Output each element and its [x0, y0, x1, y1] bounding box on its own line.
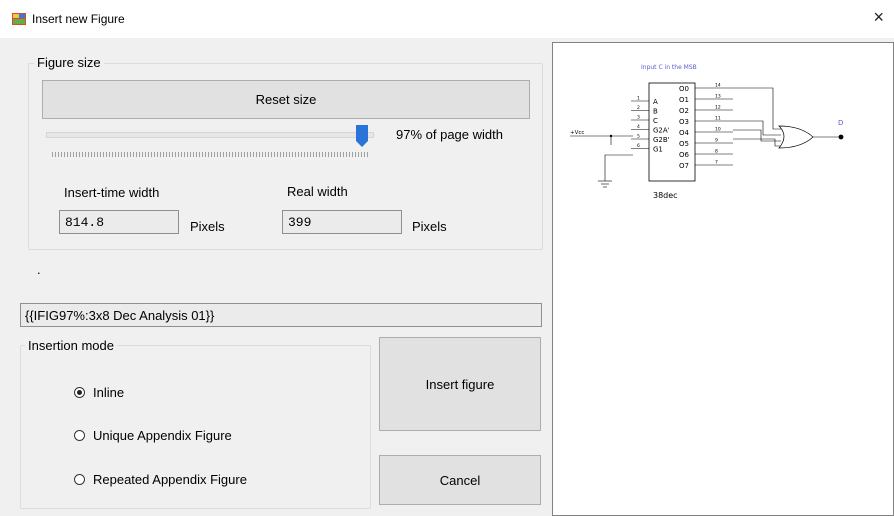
width-slider-track[interactable] — [46, 132, 374, 138]
output-pin-number: 14 — [715, 83, 721, 89]
output-label: O7 — [679, 162, 689, 170]
input-pin-number: 6 — [637, 143, 640, 149]
wire-o4 — [733, 129, 781, 142]
output-pin-number: 10 — [715, 127, 721, 133]
slider-percent-label: 97% of page width — [396, 127, 503, 142]
radio-unique-appendix-label: Unique Appendix Figure — [93, 428, 232, 443]
output-pin-number: 7 — [715, 160, 718, 166]
vcc-label: +Vcc — [570, 130, 584, 136]
cancel-button[interactable]: Cancel — [379, 455, 541, 505]
input-pin-number: 2 — [637, 105, 640, 111]
output-pin-number: 12 — [715, 105, 721, 111]
reset-size-button[interactable]: Reset size — [42, 80, 530, 119]
window-title: Insert new Figure — [32, 12, 125, 26]
close-icon[interactable]: × — [873, 7, 884, 27]
output-node — [838, 134, 844, 140]
input-label: G2A' — [653, 127, 670, 135]
circuit-diagram: Input C in the MSB 38dec 1 A 2 B 3 C 4 G2A' 5 G2B… — [570, 64, 844, 200]
output-pin-number: 8 — [715, 149, 718, 155]
output-pin-number: 13 — [715, 94, 721, 100]
figure-size-legend: Figure size — [34, 55, 104, 70]
output-pin-number: 11 — [715, 116, 721, 122]
output-label: O3 — [679, 118, 689, 126]
output-label: D — [838, 119, 843, 127]
real-width-unit: Pixels — [412, 219, 447, 234]
input-pin-number: 1 — [637, 96, 640, 102]
input-label: C — [653, 117, 658, 125]
output-label: O5 — [679, 140, 689, 148]
window-app-icon — [12, 13, 26, 25]
wire-o5 — [733, 138, 781, 147]
input-label: G2B' — [653, 136, 670, 144]
output-pin-number: 9 — [715, 138, 718, 144]
figure-code-field[interactable]: {{IFIG97%:3x8 Dec Analysis 01}} — [20, 303, 542, 327]
vcc-node — [609, 134, 613, 138]
status-dot-label: . — [37, 262, 41, 277]
insert-time-width-field[interactable]: 814.8 — [59, 210, 179, 234]
output-label: O1 — [679, 96, 689, 104]
insert-time-width-label: Insert-time width — [64, 185, 160, 200]
radio-inline-label: Inline — [93, 385, 125, 400]
input-label: A — [653, 98, 658, 106]
real-width-field[interactable]: 399 — [282, 210, 402, 234]
real-width-label: Real width — [287, 184, 348, 199]
output-label: O6 — [679, 151, 690, 159]
radio-repeated-appendix-circle[interactable] — [74, 474, 85, 485]
radio-inline[interactable]: Inline — [74, 385, 124, 400]
radio-repeated-appendix-label: Repeated Appendix Figure — [93, 472, 247, 487]
title-bar: Insert new Figure × — [0, 0, 894, 38]
input-label: G1 — [653, 146, 663, 154]
input-pin-number: 3 — [637, 115, 640, 121]
or-gate — [778, 125, 814, 149]
output-label: O2 — [679, 107, 689, 115]
input-pin-number: 5 — [637, 134, 640, 140]
ground-wire — [604, 154, 633, 181]
radio-inline-circle[interactable] — [74, 387, 85, 398]
figure-preview-panel: Input C in the MSB 38dec 1 A 2 B 3 C 4 G2A' 5 G2B… — [552, 42, 894, 516]
wire-o0 — [733, 87, 781, 130]
insertion-mode-legend: Insertion mode — [25, 338, 117, 353]
width-slider-ticks — [52, 152, 370, 157]
radio-unique-appendix-circle[interactable] — [74, 430, 85, 441]
insert-time-unit: Pixels — [190, 219, 225, 234]
input-pin-number: 4 — [637, 124, 640, 130]
preview-caption: Input C in the MSB — [641, 64, 697, 71]
output-label: O0 — [679, 85, 689, 93]
output-label: O4 — [679, 129, 690, 137]
input-label: B — [653, 108, 658, 116]
radio-unique-appendix[interactable]: Unique Appendix Figure — [74, 428, 232, 443]
radio-repeated-appendix[interactable]: Repeated Appendix Figure — [74, 472, 247, 487]
wire-o3 — [733, 120, 781, 136]
insert-figure-button[interactable]: Insert figure — [379, 337, 541, 431]
width-slider-thumb[interactable] — [356, 125, 369, 147]
chip-label: 38dec — [653, 191, 678, 200]
